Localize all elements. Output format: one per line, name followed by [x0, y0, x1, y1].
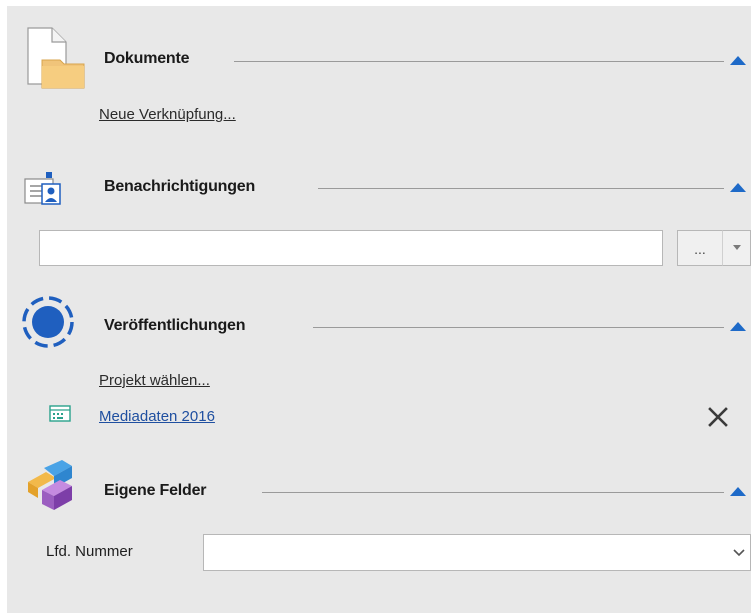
- collapse-documents-button[interactable]: [729, 54, 747, 66]
- section-divider: [262, 492, 724, 493]
- lfd-nummer-select[interactable]: [203, 534, 751, 571]
- close-icon[interactable]: [707, 406, 729, 428]
- section-title-publications: Veröffentlichungen: [104, 317, 246, 334]
- notifications-input[interactable]: [39, 230, 663, 266]
- contact-card-icon: [24, 172, 61, 205]
- section-divider: [318, 188, 724, 189]
- select-project-link[interactable]: Projekt wählen...: [99, 372, 210, 389]
- section-divider: [234, 61, 724, 62]
- cubes-icon: [28, 460, 72, 510]
- collapse-publications-button[interactable]: [729, 320, 747, 332]
- chevron-down-icon: [733, 549, 745, 557]
- section-title-custom-fields: Eigene Felder: [104, 482, 207, 499]
- notifications-dropdown-button[interactable]: [722, 230, 751, 266]
- section-title-documents: Dokumente: [104, 50, 190, 67]
- circle-progress-icon: [22, 296, 74, 348]
- publication-item-link[interactable]: Mediadaten 2016: [99, 408, 215, 425]
- browse-button[interactable]: ...: [677, 230, 723, 266]
- section-divider: [313, 327, 724, 328]
- document-folder-icon: [27, 27, 85, 89]
- collapse-custom-fields-button[interactable]: [729, 485, 747, 497]
- chevron-down-icon: [733, 245, 741, 250]
- new-shortcut-link[interactable]: Neue Verknüpfung...: [99, 106, 236, 123]
- media-sheet-icon: [49, 405, 71, 422]
- details-panel: [7, 6, 751, 613]
- collapse-notifications-button[interactable]: [729, 181, 747, 193]
- field-label-lfd-nummer: Lfd. Nummer: [46, 543, 133, 560]
- section-title-notifications: Benachrichtigungen: [104, 178, 256, 195]
